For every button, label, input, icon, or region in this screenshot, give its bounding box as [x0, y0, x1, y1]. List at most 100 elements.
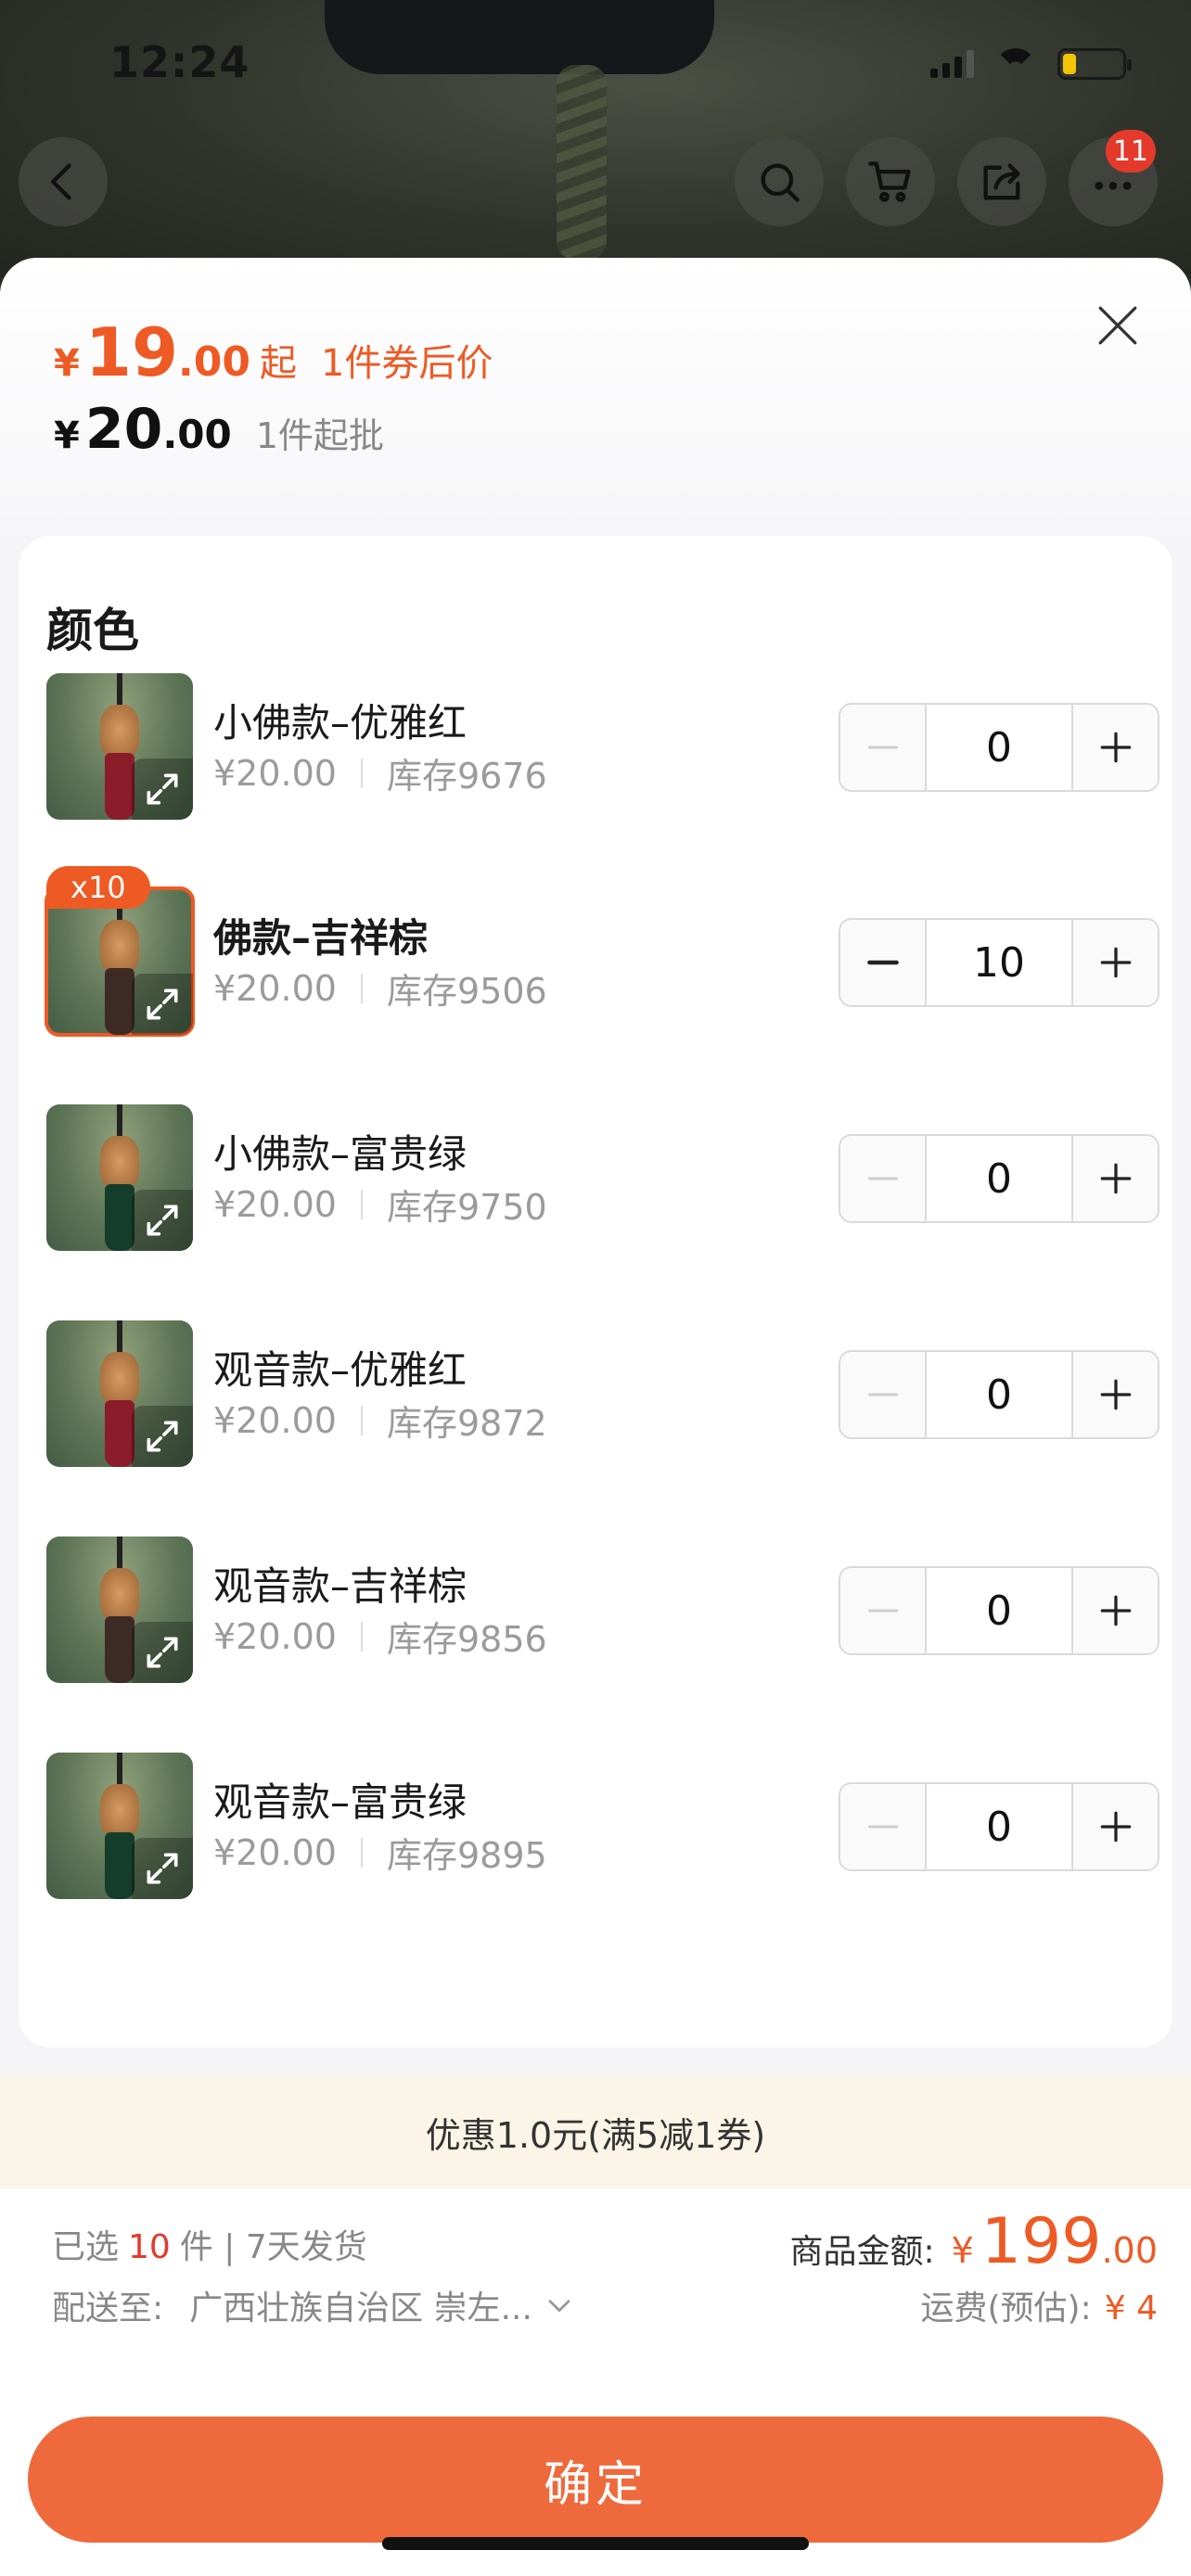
sku-name: 小佛款–优雅红: [213, 700, 467, 746]
increment-button[interactable]: [1071, 1352, 1158, 1437]
decrement-button[interactable]: [840, 1352, 927, 1437]
sku-thumbnail[interactable]: [46, 1320, 193, 1467]
sku-name: 观音款–吉祥棕: [213, 1563, 467, 1609]
divider: [360, 1405, 363, 1435]
sku-thumbnail[interactable]: [46, 1104, 193, 1251]
increment-button[interactable]: [1071, 1136, 1158, 1221]
cart-button[interactable]: [846, 137, 935, 226]
sku-stock: 库存9750: [386, 1187, 547, 1228]
base-currency: ¥: [54, 414, 80, 457]
expand-icon[interactable]: [132, 974, 193, 1035]
quantity-value[interactable]: 0: [927, 705, 1071, 790]
minus-icon: [866, 960, 899, 965]
ship-to-address: 广西壮族自治区 崇左...: [189, 2289, 532, 2327]
expand-icon[interactable]: [132, 1622, 193, 1683]
back-button[interactable]: [19, 137, 108, 226]
message-count-badge: 11: [1105, 130, 1156, 172]
plus-icon: [1100, 947, 1131, 978]
sku-thumbnail[interactable]: [46, 673, 193, 820]
sku-stock: 库存9506: [386, 971, 547, 1012]
expand-icon[interactable]: [132, 1406, 193, 1467]
minus-icon: [867, 1177, 898, 1180]
quantity-stepper: 0: [839, 1566, 1159, 1655]
sku-thumbnail[interactable]: [46, 1753, 193, 1899]
share-button[interactable]: [957, 137, 1046, 226]
sku-name: 观音款–富贵绿: [213, 1779, 467, 1825]
sku-row: 观音款–富贵绿 ¥20.00 库存9895 0: [46, 1753, 1159, 1901]
quantity-stepper: 0: [839, 703, 1159, 792]
search-button[interactable]: [735, 137, 824, 226]
quantity-badge: x10: [46, 866, 150, 909]
plus-icon: [1100, 1163, 1131, 1194]
sku-selection-sheet: ¥ 19 .00 起 1件券后价 ¥ 20 .00 1件起批 颜色 小佛款–优雅…: [0, 258, 1191, 2576]
goods-amount: 商品金额: ¥ 199 .00: [789, 2205, 1158, 2278]
chevron-left-icon: [51, 163, 71, 200]
divider: [360, 758, 363, 788]
divider: [360, 1837, 363, 1868]
cart-icon: [868, 161, 911, 202]
coupon-currency: ¥: [54, 342, 80, 385]
product-photo-mirror: [325, 0, 714, 74]
price-header: ¥ 19 .00 起 1件券后价 ¥ 20 .00 1件起批: [0, 258, 1191, 536]
close-icon[interactable]: [1095, 302, 1141, 349]
battery-icon: [1057, 48, 1132, 80]
sku-thumbnail[interactable]: [45, 886, 195, 1037]
expand-icon[interactable]: [132, 1190, 193, 1251]
decrement-button[interactable]: [840, 920, 927, 1005]
quantity-stepper: 10: [839, 918, 1159, 1007]
sku-price: ¥20.00: [213, 1183, 337, 1225]
sku-price: ¥20.00: [213, 1615, 337, 1657]
minimum-order-label: 1件起批: [255, 415, 384, 456]
quantity-value[interactable]: 10: [927, 920, 1071, 1005]
ship-to-selector[interactable]: 配送至: 广西壮族自治区 崇左...: [52, 2281, 575, 2329]
minus-icon: [867, 1609, 898, 1613]
selected-suffix: 件 | 7天发货: [179, 2228, 367, 2266]
quantity-stepper: 0: [839, 1782, 1159, 1871]
decrement-button[interactable]: [840, 705, 927, 790]
quantity-value[interactable]: 0: [927, 1568, 1071, 1653]
section-title-color: 颜色: [46, 604, 139, 657]
expand-icon[interactable]: [132, 759, 193, 820]
search-icon: [761, 163, 800, 202]
minus-icon: [867, 1393, 898, 1396]
increment-button[interactable]: [1071, 1784, 1158, 1869]
quantity-value[interactable]: 0: [927, 1784, 1071, 1869]
increment-button[interactable]: [1071, 920, 1158, 1005]
sku-meta: ¥20.00 库存9676: [213, 747, 547, 798]
divider: [360, 973, 363, 1003]
product-photo-cord: [557, 65, 607, 260]
sku-thumbnail[interactable]: [46, 1537, 193, 1683]
more-button[interactable]: 11: [1069, 130, 1158, 226]
wifi-icon: [994, 48, 1037, 80]
decrement-button[interactable]: [840, 1568, 927, 1653]
status-time: 12:24: [109, 37, 250, 87]
amount-currency: ¥: [951, 2230, 974, 2271]
sku-name: 观音款–优雅红: [213, 1347, 467, 1393]
signal-icon: [930, 50, 974, 78]
sku-name: 小佛款–富贵绿: [213, 1131, 467, 1177]
quantity-stepper: 0: [839, 1350, 1159, 1439]
expand-icon[interactable]: [132, 1838, 193, 1899]
decrement-button[interactable]: [840, 1784, 927, 1869]
increment-button[interactable]: [1071, 705, 1158, 790]
price-from-label: 起: [260, 342, 297, 385]
divider: [360, 1621, 363, 1651]
share-icon: [983, 163, 1020, 200]
sku-price: ¥20.00: [213, 752, 337, 794]
minus-icon: [867, 1825, 898, 1829]
plus-icon: [1100, 1811, 1131, 1843]
sku-row: x10 佛款–吉祥棕 ¥20.00 库存9506 10: [45, 866, 1159, 1037]
plus-icon: [1100, 1379, 1131, 1410]
coupon-price: ¥ 19 .00 起 1件券后价: [54, 313, 493, 391]
quantity-value[interactable]: 0: [927, 1352, 1071, 1437]
promo-banner: 优惠1.0元(满5减1券): [0, 2075, 1191, 2188]
confirm-button[interactable]: 确定: [28, 2417, 1163, 2543]
decrement-button[interactable]: [840, 1136, 927, 1221]
amount-integer: 199: [980, 2205, 1102, 2278]
increment-button[interactable]: [1071, 1568, 1158, 1653]
quantity-value[interactable]: 0: [927, 1136, 1071, 1221]
sku-row: 观音款–优雅红 ¥20.00 库存9872 0: [46, 1320, 1159, 1469]
order-footer: 已选 10 件 | 7天发货 配送至: 广西壮族自治区 崇左... 商品金额: ¥ …: [0, 2188, 1191, 2576]
freight-value: ¥ 4: [1104, 2289, 1158, 2327]
plus-icon: [1100, 732, 1131, 763]
